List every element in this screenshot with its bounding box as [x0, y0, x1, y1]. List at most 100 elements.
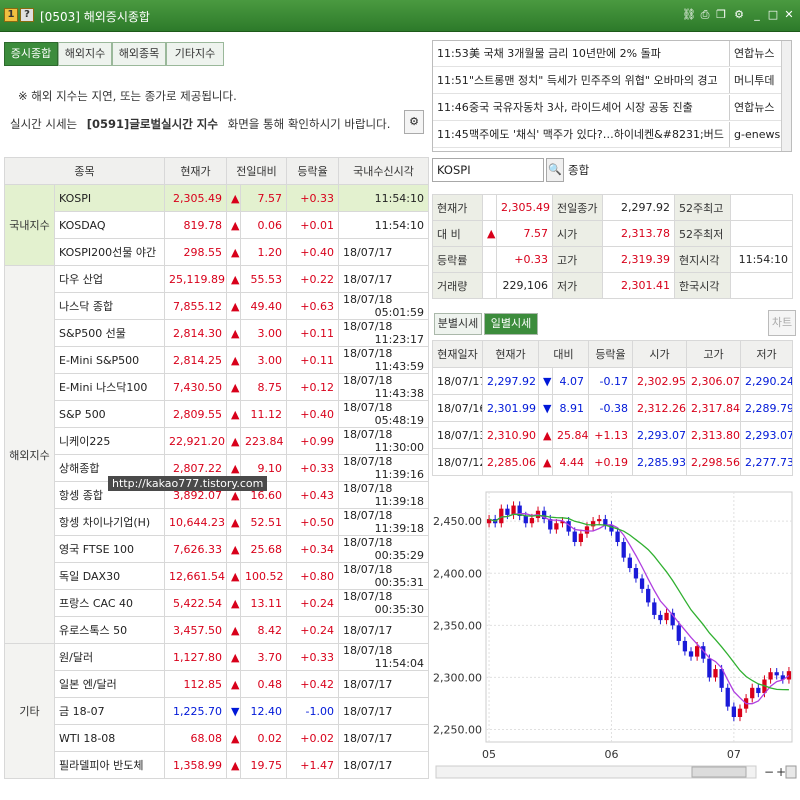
help-badge[interactable]: ?	[20, 8, 34, 22]
candle-body	[731, 706, 737, 717]
col-header-time[interactable]: 국내수신시각	[338, 157, 430, 185]
tab-foreign-index[interactable]: 해외지수	[58, 42, 112, 66]
chart-scroll-thumb[interactable]	[691, 766, 747, 778]
zoom-in-icon[interactable]: +	[776, 765, 786, 779]
table-row[interactable]: 해외지수 다우 산업 25,119.89 ▲ 55.53 +0.22 18/07/17	[4, 265, 430, 644]
table-row[interactable]: KOSPI200선물 야간 298.55 ▲ 1.20 +0.40 18/07/17	[5, 238, 430, 266]
link-icon[interactable]: ⛓	[682, 8, 696, 22]
table-row[interactable]: 프랑스 CAC 40 5,422.54 ▲ 13.11 +0.24 18/07/18 00:…	[5, 589, 430, 617]
col-header-price[interactable]: 현재가	[164, 157, 227, 185]
row-date: 18/07/17	[343, 731, 393, 745]
row-name: 나스닥 종합	[54, 292, 165, 320]
news-source: 연합뉴스	[729, 95, 789, 120]
daily-row[interactable]: 18/07/13 2,310.90 ▲ 25.84 +1.13 2,293.07 2,313…	[432, 421, 793, 449]
daily-col-high[interactable]: 고가	[686, 340, 741, 368]
news-time: 11:45	[437, 128, 469, 141]
daily-date: 18/07/16	[432, 394, 483, 422]
candle-body	[768, 672, 773, 680]
close-icon[interactable]: ✕	[782, 8, 796, 22]
table-row[interactable]: 일본 엔/달러 112.85 ▲ 0.48 +0.42 18/07/17	[5, 670, 430, 698]
row-received-time: 11:54:10	[374, 218, 425, 232]
print-icon[interactable]: ⎙	[698, 8, 712, 22]
detail-value: 7.57	[496, 220, 553, 247]
chart-button[interactable]: 차트	[768, 310, 796, 336]
row-rate: +0.12	[286, 373, 340, 401]
news-item[interactable]: 11:45 맥주에도 '채식' 맥주가 있다?…하이네켄&#8231;버드 g-en…	[433, 122, 789, 148]
tab-other-index[interactable]: 기타지수	[166, 42, 224, 66]
news-item[interactable]: 11:51 "스트롱맨 정치" 득세가 민주주의 위협" 오바마의 경고 머니투데	[433, 68, 789, 94]
table-row[interactable]: 유로스톡스 50 3,457.50 ▲ 8.42 +0.24 18/07/17	[5, 616, 430, 644]
daily-col-rate[interactable]: 등락율	[588, 340, 633, 368]
news-item[interactable]: 11:46 중국 국유자동차 3사, 라이드셰어 시장 공동 진출 연합뉴스	[433, 95, 789, 121]
row-price: 7,626.33	[164, 535, 227, 563]
row-date: 18/07/18	[343, 428, 393, 442]
daily-col-open[interactable]: 시가	[632, 340, 687, 368]
arrow-up-icon: ▲	[226, 346, 241, 374]
row-rate: +0.63	[286, 292, 340, 320]
symbol-input[interactable]: KOSPI	[432, 158, 544, 182]
zoom-out-icon[interactable]: −	[764, 765, 774, 779]
news-item[interactable]: 11:53 美 국채 3개월물 금리 10년만에 2% 돌파 연합뉴스	[433, 41, 789, 67]
table-row[interactable]: E-Mini 나스닥100 7,430.50 ▲ 8.75 +0.12 18/07/18 1…	[5, 373, 430, 401]
daily-col-low[interactable]: 저가	[740, 340, 793, 368]
row-name: S&P500 선물	[54, 319, 165, 347]
table-row[interactable]: 항셍 차이나기업(H) 10,644.23 ▲ 52.51 +0.50 18/07/18 1…	[5, 508, 430, 536]
settings-icon[interactable]: ⚙	[732, 8, 746, 22]
search-icon[interactable]: 🔍	[546, 158, 564, 182]
tab-foreign-stock[interactable]: 해외종목	[112, 42, 166, 66]
col-header-rate[interactable]: 등락율	[286, 157, 340, 185]
table-row[interactable]: 나스닥 종합 7,855.12 ▲ 49.40 +0.63 18/07/18 05:01:5…	[5, 292, 430, 320]
gear-icon[interactable]: ⚙	[404, 110, 424, 134]
daily-col-price[interactable]: 현재가	[482, 340, 539, 368]
table-row[interactable]: S&P 500 2,809.55 ▲ 11.12 +0.40 18/07/18 05:48:…	[5, 400, 430, 428]
table-row[interactable]: 필라델피아 반도체 1,358.99 ▲ 19.75 +1.47 18/07/17	[5, 751, 430, 779]
row-rate: +0.22	[286, 265, 340, 293]
row-time: 18/07/17	[338, 751, 430, 779]
tab-minute-quote[interactable]: 분별시세	[434, 313, 482, 335]
table-row[interactable]: KOSDAQ 819.78 ▲ 0.06 +0.01 11:54:10	[5, 211, 430, 239]
chart-settings-icon[interactable]	[785, 765, 797, 779]
table-row[interactable]: 독일 DAX30 12,661.54 ▲ 100.52 +0.80 18/07/18 00:…	[5, 562, 430, 590]
price-chart[interactable]: 2,450.00 2,400.00 2,350.00 2,300.00 2,250.00…	[432, 488, 798, 788]
tab-market-summary[interactable]: 증시종합	[4, 42, 58, 66]
minimize-icon[interactable]: _	[750, 8, 764, 22]
arrow-up-icon: ▲	[226, 373, 241, 401]
row-change: 25.68	[239, 535, 288, 563]
news-scrollbar[interactable]	[781, 41, 791, 151]
row-received-time: 11:43:59	[374, 360, 425, 373]
table-row[interactable]: 기타 원/달러 1,127.80 ▲ 3.70 +0.33 18/07/18 11:54:04	[4, 643, 430, 779]
detail-label: 등락률	[432, 246, 483, 273]
table-row[interactable]: 니케이225 22,921.20 ▲ 223.84 +0.99 18/07/18 11:30…	[5, 427, 430, 455]
candle-body	[621, 542, 626, 558]
candle-body	[694, 646, 700, 657]
maximize-icon[interactable]: □	[766, 8, 780, 22]
table-row[interactable]: S&P500 선물 2,814.30 ▲ 3.00 +0.11 18/07/18 11:23…	[5, 319, 430, 347]
notice-panel: ※ 해외 지수는 지연, 또는 종가로 제공됩니다. 실시간 시세는 [0591…	[6, 68, 426, 152]
arrow-up-icon: ▲	[226, 724, 241, 752]
daily-col-date[interactable]: 현재일자	[432, 340, 483, 368]
daily-open: 2,302.95	[632, 367, 687, 395]
table-row[interactable]: 영국 FTSE 100 7,626.33 ▲ 25.68 +0.34 18/07/18 00…	[5, 535, 430, 563]
table-row[interactable]: WTI 18-08 68.08 ▲ 0.02 +0.02 18/07/17	[5, 724, 430, 752]
daily-col-change[interactable]: 대비	[538, 340, 589, 368]
copy-icon[interactable]: ❐	[714, 8, 728, 22]
row-received-time: 05:48:19	[374, 414, 425, 427]
col-header-name[interactable]: 종목	[4, 157, 165, 185]
table-row[interactable]: 금 18-07 1,225.70 ▼ 12.40 -1.00 18/07/17	[5, 697, 430, 725]
row-rate: +0.24	[286, 589, 340, 617]
detail-value: 11:54:10	[730, 246, 793, 273]
daily-row[interactable]: 18/07/17 2,297.92 ▼ 4.07 -0.17 2,302.95 2,306.…	[432, 367, 793, 395]
col-header-change[interactable]: 전일대비	[225, 157, 288, 185]
tab-daily-quote[interactable]: 일별시세	[484, 313, 538, 335]
daily-row[interactable]: 18/07/16 2,301.99 ▼ 8.91 -0.38 2,312.26 2,317.…	[432, 394, 793, 422]
detail-value: 229,106	[496, 272, 553, 299]
detail-label: 현재가	[432, 194, 483, 221]
table-row[interactable]: E-Mini S&P500 2,814.25 ▲ 3.00 +0.11 18/07/18 1…	[5, 346, 430, 374]
detail-row: 현재가 2,305.49 전일종가 2,297.92 52주최고	[432, 194, 793, 221]
table-row[interactable]: 국내지수 KOSPI 2,305.49 ▲ 7.57 +0.33 11:54:10	[4, 184, 430, 266]
daily-row[interactable]: 18/07/12 2,285.06 ▲ 4.44 +0.19 2,285.93 2,298.…	[432, 448, 793, 476]
row-price: 2,305.49	[164, 184, 227, 212]
detail-row: 등락률 +0.33 고가 2,319.39 현지시각 11:54:10	[432, 246, 793, 273]
screen-number-badge[interactable]: 1	[4, 8, 18, 22]
row-rate: +0.80	[286, 562, 340, 590]
